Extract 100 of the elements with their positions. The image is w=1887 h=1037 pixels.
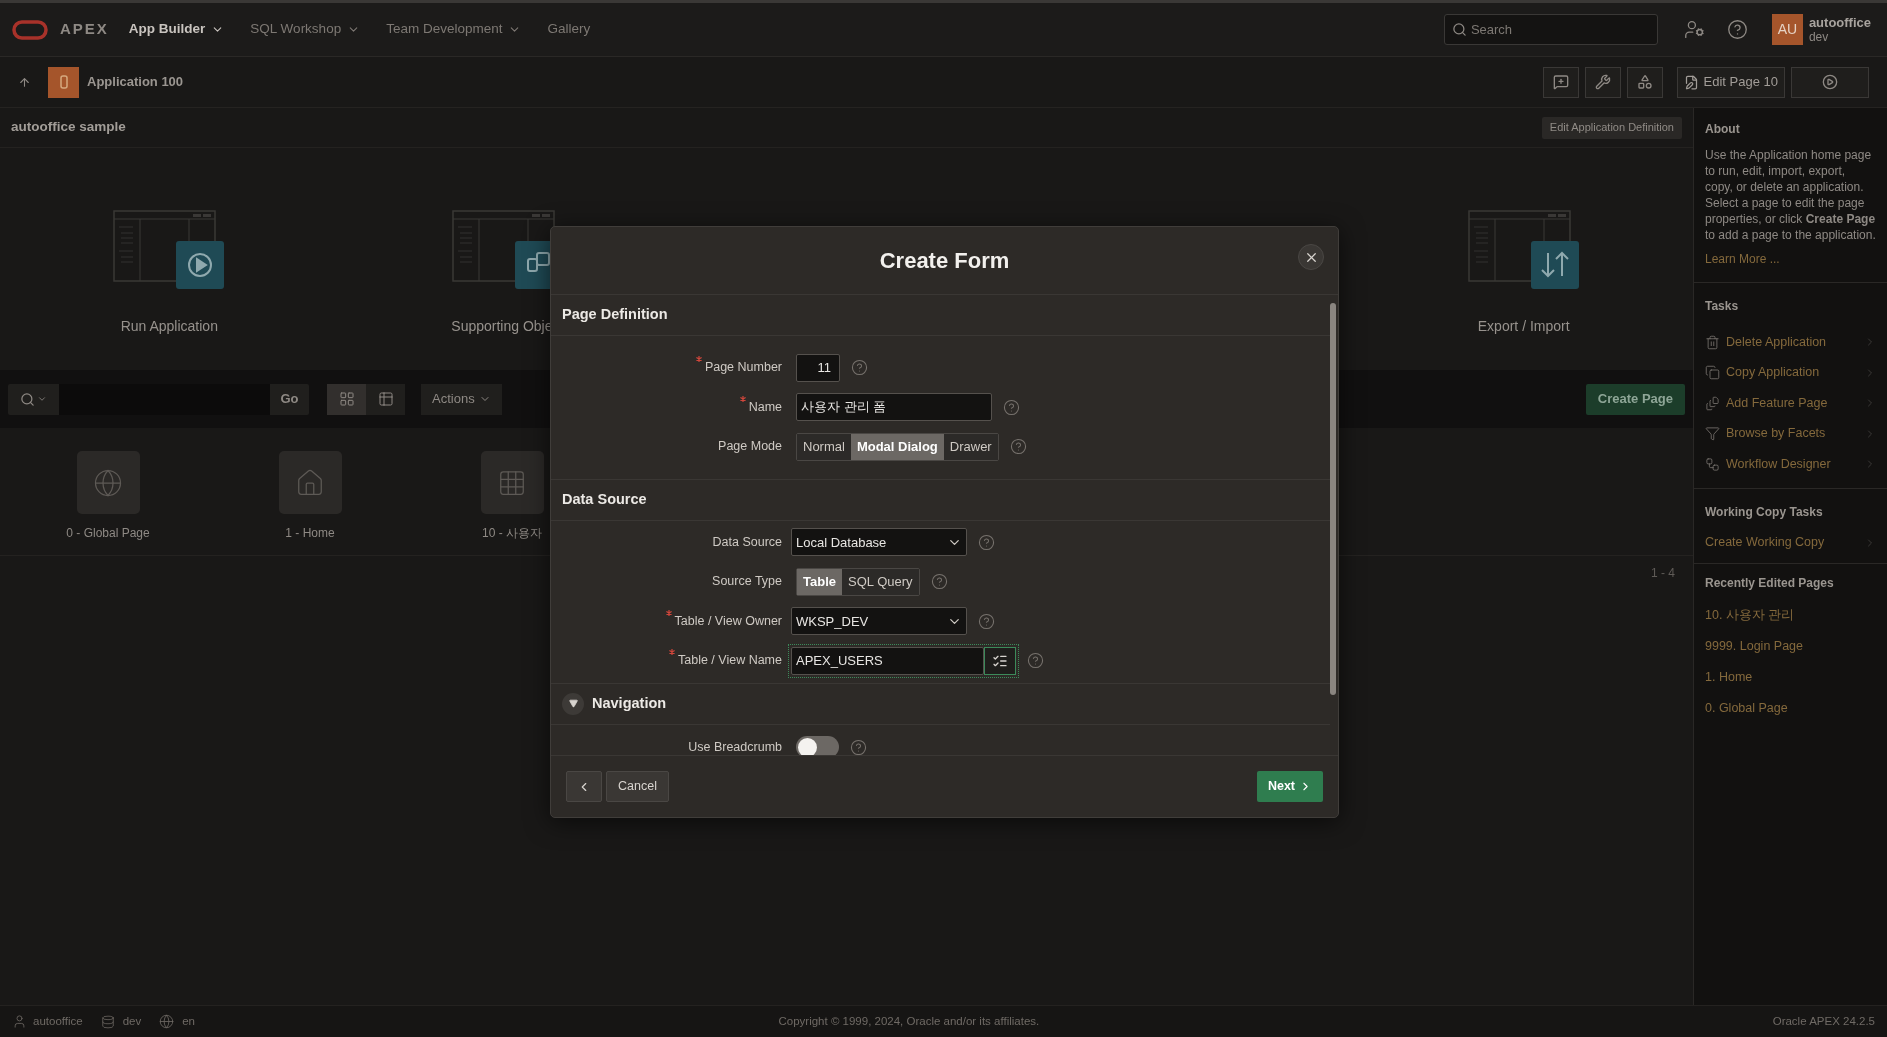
section-heading: Navigation [592,693,667,713]
page-tile[interactable] [278,451,342,514]
window-play-drawing[interactable] [113,210,226,290]
section-title: Tasks [1705,298,1740,315]
segment-option[interactable]: Modal Dialog [850,433,944,460]
recent-page-link[interactable]: 10. 사용자 관리 [1705,605,1795,625]
next-button[interactable]: Next [1256,771,1323,802]
create-page-button[interactable]: Create Page [1585,383,1685,415]
user-settings-icon[interactable] [1683,19,1705,40]
nav-menu-item[interactable]: Team Development [386,19,522,40]
search-field[interactable]: Search [1443,14,1658,45]
nav-menu-item[interactable]: SQL Workshop [250,19,361,40]
search-icon [20,391,35,407]
field-label: Source Type [712,573,782,591]
up-arrow-icon[interactable] [18,75,31,89]
table-icon [377,391,394,407]
triangle-down-icon [568,699,578,708]
page-tile[interactable] [76,451,140,514]
segment-option[interactable]: Table [797,568,842,595]
section-title: About [1705,121,1741,138]
help-icon[interactable] [978,612,995,630]
globe-icon [159,1014,175,1029]
close-button[interactable] [1298,244,1324,270]
help-icon[interactable] [1027,652,1044,670]
grid-view-button[interactable] [327,383,366,415]
app-logo-text: APEX [60,19,109,40]
play-icon [1822,74,1838,90]
shapes-icon [1636,74,1653,90]
edit-definition-button[interactable]: Edit Application Definition [1541,116,1682,139]
card-label[interactable]: Export / Import [1477,316,1570,337]
field-label: Table / View Owner [674,612,782,630]
section-heading: Page Definition [562,305,668,325]
recent-page-link[interactable]: 0. Global Page [1705,698,1788,718]
select-field[interactable]: Local Database [791,528,967,557]
page-label[interactable]: 0 - Global Page [66,524,150,542]
application-title: Application 100 [87,73,184,92]
collapse-toggle[interactable] [562,692,584,715]
edit-page-icon [1683,74,1699,90]
task-link[interactable]: Create Working Copy [1705,533,1864,552]
globe-icon [93,467,123,498]
utilities-button[interactable] [1584,66,1621,98]
help-icon[interactable] [850,738,867,755]
task-link[interactable]: Browse by Facets [1726,424,1858,444]
pagination-text: 1 - 4 [1651,565,1675,582]
help-icon[interactable] [930,573,948,591]
page-number-field[interactable]: 11 [796,353,840,382]
window-transfer-drawing[interactable] [1467,210,1580,290]
task-link[interactable]: Workflow Designer [1726,454,1858,474]
user-avatar[interactable]: AU [1771,14,1803,45]
user-icon [12,1014,27,1029]
nav-menu-item[interactable]: Gallery [547,19,591,40]
dialog-title: Create Form [879,247,1010,275]
go-button[interactable]: Go [270,383,309,415]
learn-more-link[interactable]: Learn More ... [1705,250,1876,268]
toggle-switch[interactable] [796,736,839,755]
recent-page-link[interactable]: 9999. Login Page [1705,636,1803,656]
help-icon[interactable] [851,359,868,377]
select-field[interactable]: WKSP_DEV [791,607,967,636]
card-label[interactable]: Run Application [120,316,218,337]
footer-language: en [182,1013,195,1029]
list-button[interactable] [984,646,1016,675]
recent-page-link[interactable]: 1. Home [1705,667,1753,687]
nav-menu-item[interactable]: App Builder [128,19,225,40]
help-icon[interactable] [978,533,995,551]
workflow-icon [1705,456,1720,472]
about-text: Use the Application home page to run, edit, import, export, copy, or delete an application. Select a page to edit the page properties, or click Create Page to add a page to the application. [1705,147,1876,243]
page-label[interactable]: 1 - Home [285,524,335,542]
copyright-text: Copyright © 1999, 2024, Oracle and/or its affiliates. [778,1013,1040,1029]
app-icon [48,66,79,98]
table-view-button[interactable] [366,383,405,415]
run-button[interactable] [1791,66,1869,98]
logo-icon[interactable] [12,19,48,40]
section-title: Working Copy Tasks [1705,503,1824,521]
section-title: Recently Edited Pages [1705,574,1835,592]
card-label[interactable]: Supporting Obje [451,316,553,337]
field-label: Page Mode [718,438,782,456]
scrollbar[interactable] [1330,303,1336,695]
help-icon[interactable] [1009,438,1027,456]
name-field[interactable]: 사용자 관리 폼 [796,393,992,422]
actions-menu-button[interactable]: Actions [421,383,502,415]
comment-button[interactable] [1542,66,1579,98]
cancel-button[interactable]: Cancel [606,771,669,802]
field-label: Name [748,398,782,416]
task-link[interactable]: Delete Application [1726,332,1858,352]
field-label: Use Breadcrumb [688,738,782,755]
grid-icon [338,391,355,407]
search-menu-button[interactable] [8,383,59,415]
search-icon [1451,22,1467,37]
page-tile[interactable] [480,451,544,514]
page-icon [1705,395,1720,411]
version-text: Oracle APEX 24.2.5 [1772,1013,1875,1029]
shared-components-button[interactable] [1626,66,1663,98]
field-label: Page Number [704,359,782,377]
help-icon[interactable] [1726,19,1748,40]
page-label[interactable]: 10 - 사용자 [482,524,542,542]
help-icon[interactable] [1003,398,1020,416]
task-link[interactable]: Add Feature Page [1726,393,1858,413]
edit-page-button[interactable]: Edit Page 10 [1676,66,1785,98]
user-name: autooffice [1808,15,1871,30]
task-link[interactable]: Copy Application [1726,363,1858,383]
